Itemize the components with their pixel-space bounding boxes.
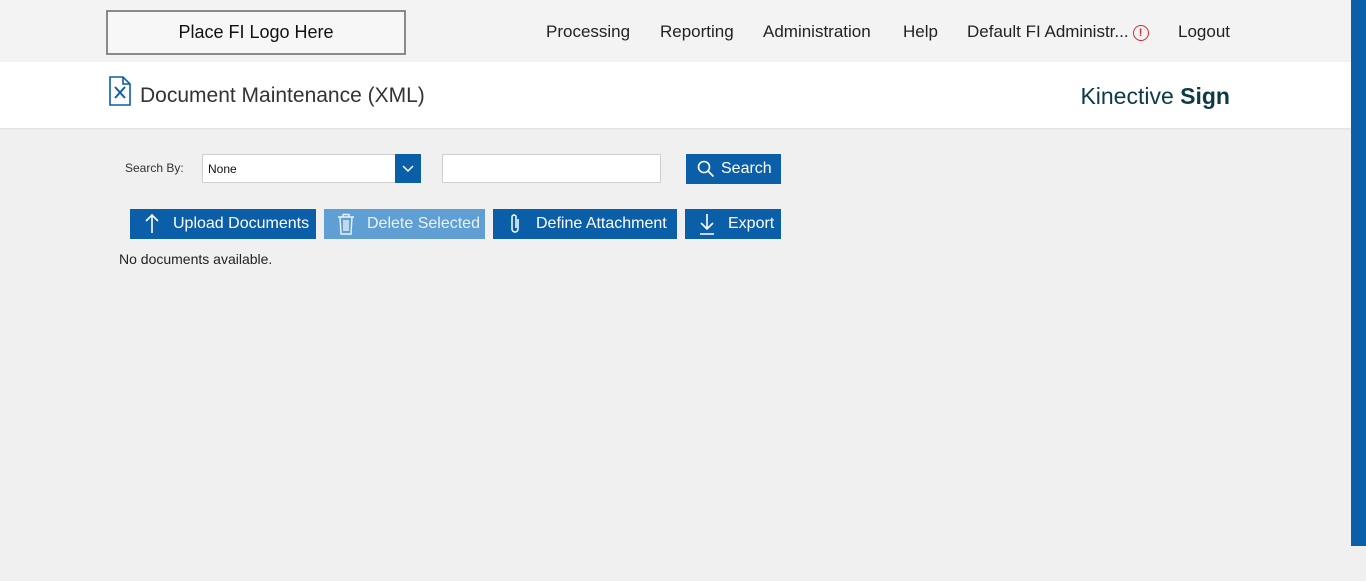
page-title-bar: Document Maintenance (XML) Kinective Sig… <box>0 62 1351 128</box>
upload-icon <box>140 213 164 235</box>
nav-administration[interactable]: Administration <box>763 22 871 44</box>
download-icon <box>695 213 719 235</box>
define-attachment-button[interactable]: Define Attachment <box>493 209 677 239</box>
logo-text: Place FI Logo Here <box>178 22 334 42</box>
nav-user-menu[interactable]: Default FI Administr...! <box>967 22 1149 44</box>
scrollbar[interactable] <box>1351 0 1366 546</box>
chevron-down-icon[interactable] <box>395 154 421 183</box>
upload-documents-button[interactable]: Upload Documents <box>130 209 316 239</box>
search-input[interactable] <box>442 154 661 183</box>
search-button[interactable]: Search <box>686 154 781 184</box>
search-by-label: Search By: <box>125 161 184 175</box>
user-name: Default FI Administr... <box>967 22 1129 41</box>
nav-reporting[interactable]: Reporting <box>660 22 734 44</box>
brand-logo: Kinective Sign <box>1080 83 1230 110</box>
trash-icon <box>334 213 358 235</box>
delete-selected-button[interactable]: Delete Selected <box>324 209 485 239</box>
exclamation-circle-icon: ! <box>1132 25 1149 41</box>
upload-documents-label: Upload Documents <box>173 215 310 232</box>
search-icon <box>696 160 716 178</box>
page-title: Document Maintenance (XML) <box>140 84 425 107</box>
nav-help[interactable]: Help <box>903 22 938 44</box>
fi-logo-placeholder[interactable]: Place FI Logo Here <box>106 10 406 55</box>
delete-selected-label: Delete Selected <box>367 215 480 232</box>
brand-bold: Sign <box>1180 83 1230 109</box>
search-button-label: Search <box>721 160 772 177</box>
search-by-value: None <box>208 162 237 176</box>
export-label: Export <box>728 215 775 232</box>
search-by-select[interactable]: None <box>202 154 421 183</box>
export-button[interactable]: Export <box>685 209 781 239</box>
nav-logout[interactable]: Logout <box>1178 22 1230 44</box>
nav-processing[interactable]: Processing <box>546 22 630 44</box>
empty-state-message: No documents available. <box>119 251 273 267</box>
paperclip-icon <box>503 213 527 235</box>
top-header: Place FI Logo Here Processing Reporting … <box>0 0 1351 62</box>
brand-regular: Kinective <box>1080 83 1174 109</box>
define-attachment-label: Define Attachment <box>536 215 667 232</box>
document-tools-icon <box>108 76 132 111</box>
